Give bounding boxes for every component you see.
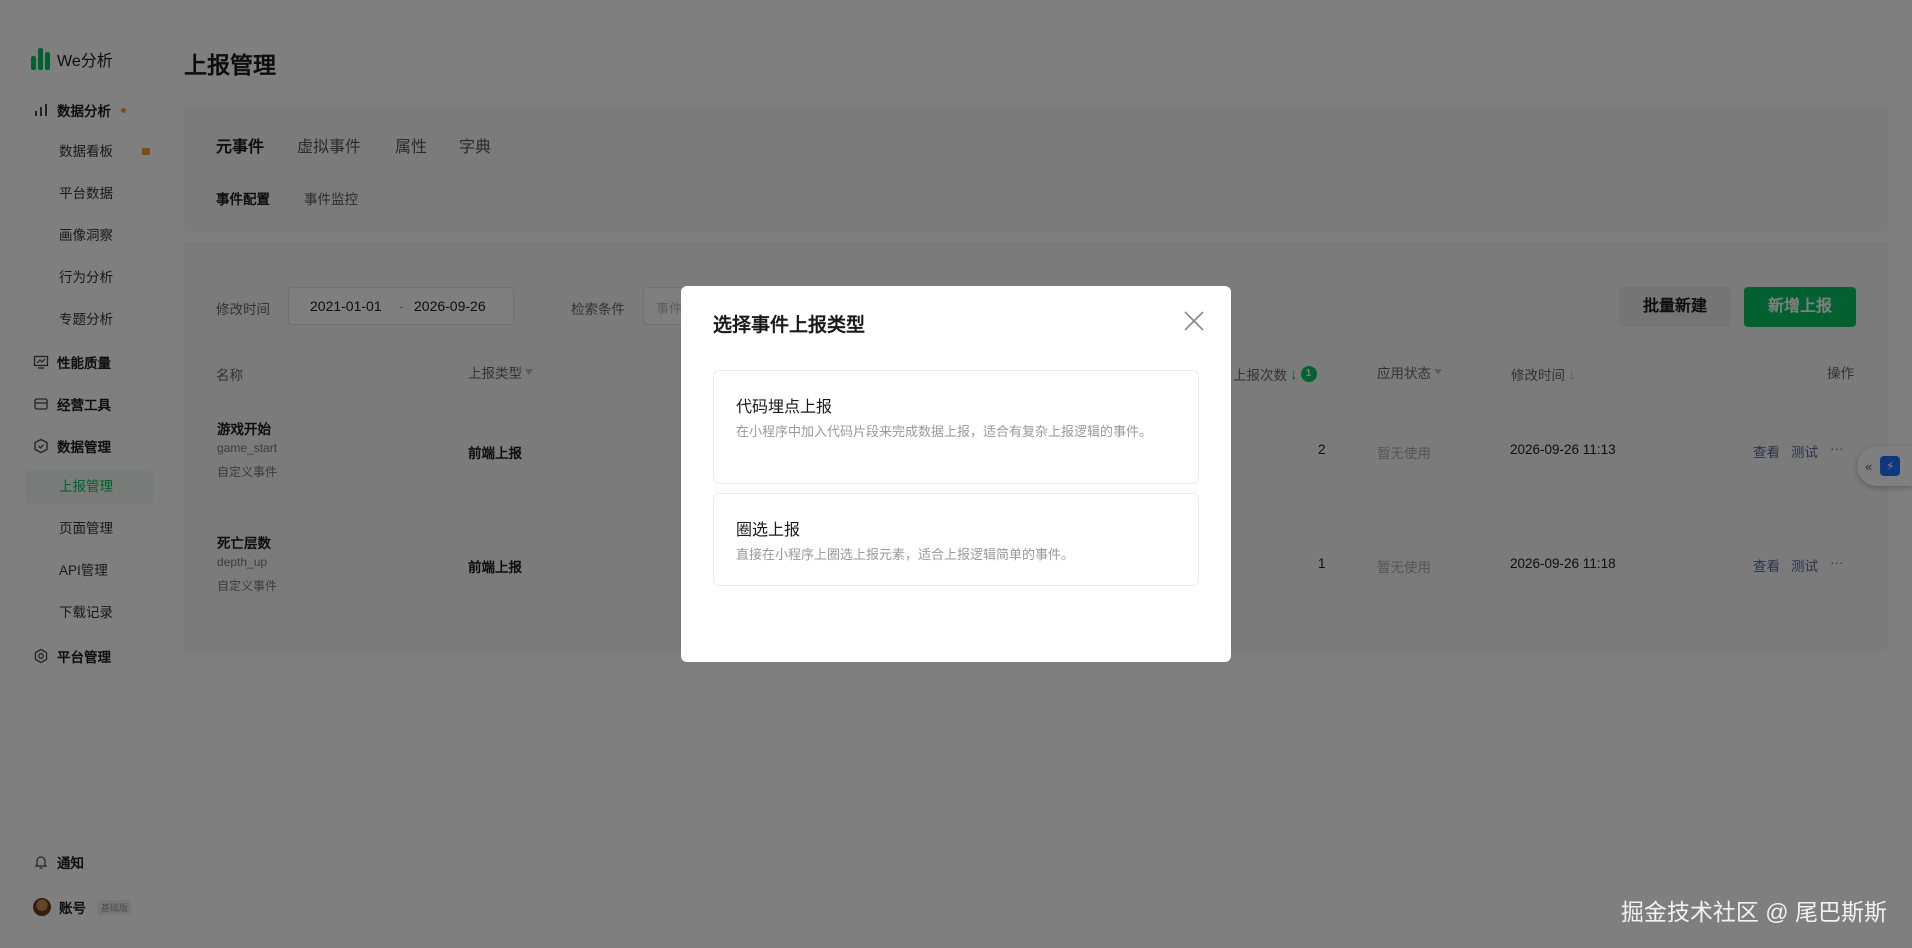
option-title: 圈选上报: [736, 522, 801, 539]
option-description: 直接在小程序上圈选上报元素，适合上报逻辑简单的事件。: [736, 547, 1075, 562]
close-icon[interactable]: [1183, 310, 1205, 332]
option-description: 在小程序中加入代码片段来完成数据上报，适合有复杂上报逻辑的事件。: [736, 424, 1153, 439]
modal-title: 选择事件上报类型: [713, 315, 866, 336]
option-visual-selection[interactable]: 圈选上报 直接在小程序上圈选上报元素，适合上报逻辑简单的事件。: [713, 493, 1199, 586]
option-code-tracking[interactable]: 代码埋点上报 在小程序中加入代码片段来完成数据上报，适合有复杂上报逻辑的事件。: [713, 370, 1199, 484]
select-report-type-modal: 选择事件上报类型 代码埋点上报 在小程序中加入代码片段来完成数据上报，适合有复杂…: [681, 286, 1231, 662]
watermark: 掘金技术社区 @ 尾巴斯斯: [1620, 899, 1887, 925]
option-title: 代码埋点上报: [736, 399, 833, 416]
